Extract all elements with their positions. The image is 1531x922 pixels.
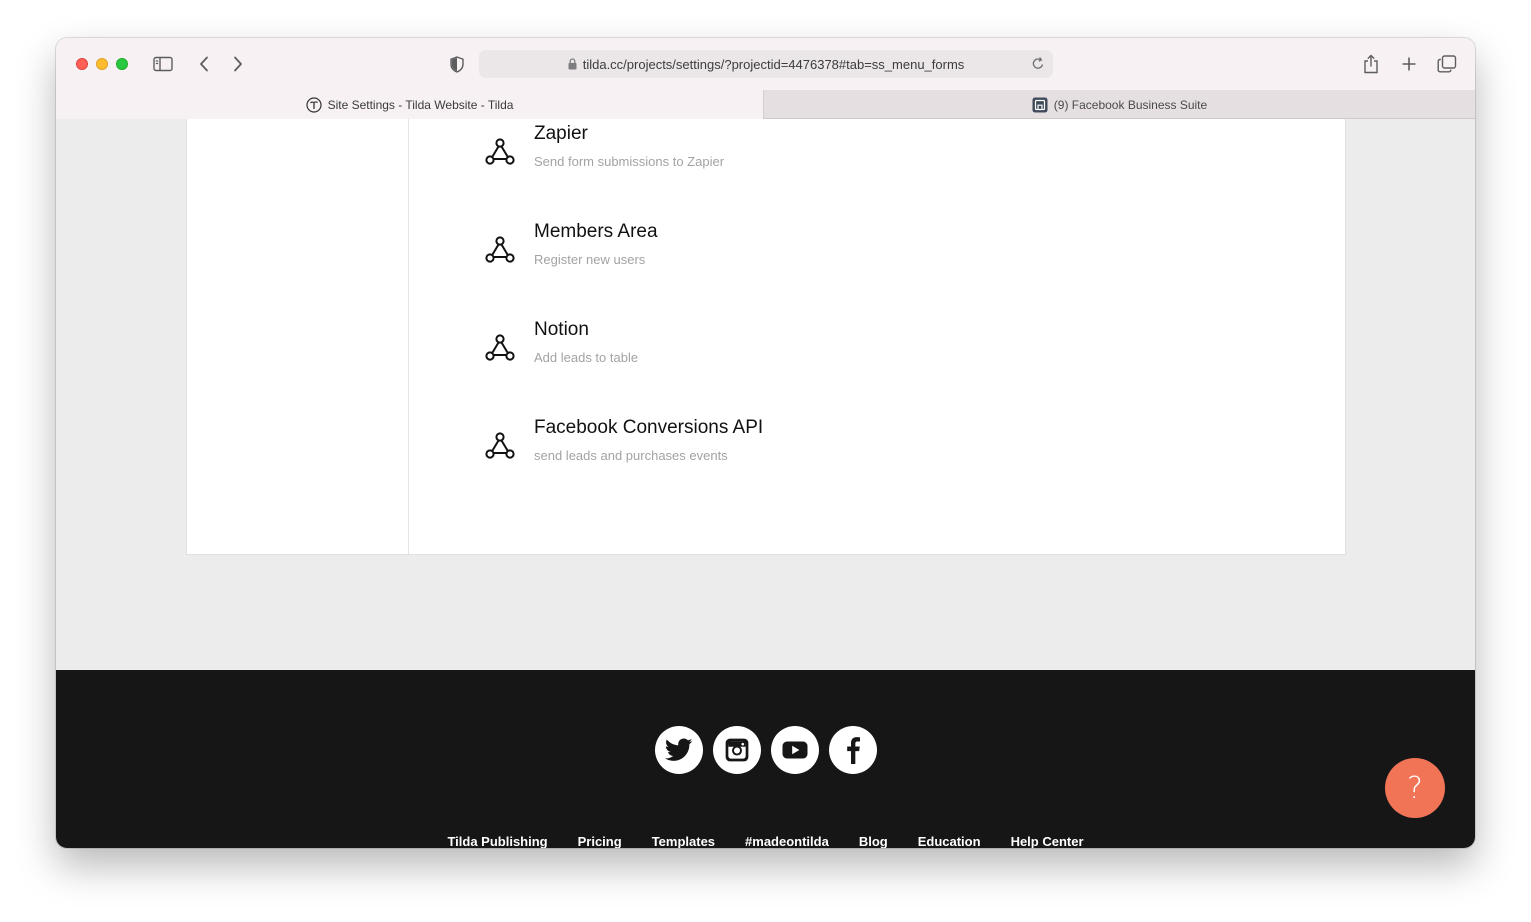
footer-link-tilda-publishing[interactable]: Tilda Publishing [447, 834, 547, 848]
instagram-icon[interactable] [713, 726, 761, 774]
integration-network-icon [485, 138, 515, 165]
site-footer: Tilda Publishing Pricing Templates #made… [56, 670, 1475, 848]
tab-overview-icon[interactable] [1436, 52, 1458, 76]
integration-description: send leads and purchases events [534, 448, 728, 463]
integration-description: Add leads to table [534, 350, 639, 365]
address-bar[interactable]: tilda.cc/projects/settings/?projectid=44… [479, 50, 1053, 78]
footer-link-madeontilda[interactable]: #madeontilda [745, 834, 829, 848]
tab-facebook-business-suite[interactable]: (9) Facebook Business Suite [764, 90, 1475, 119]
tab-label: (9) Facebook Business Suite [1053, 97, 1208, 112]
sidebar-toggle-icon[interactable] [152, 52, 174, 76]
integration-description: Send form submissions to Zapier [534, 154, 725, 169]
page-content: Zapier Send form submissions to Zapier M… [56, 119, 1475, 848]
footer-nav: Tilda Publishing Pricing Templates #made… [56, 834, 1475, 848]
close-window-button[interactable] [76, 58, 88, 70]
sidebar-divider [408, 119, 409, 554]
help-button[interactable]: ? [1385, 758, 1445, 818]
help-question-icon: ? [1407, 770, 1423, 806]
integration-zapier[interactable]: Zapier Send form submissions to Zapier [484, 123, 984, 183]
youtube-icon[interactable] [771, 726, 819, 774]
integration-title: Facebook Conversions API [534, 417, 764, 438]
footer-link-education[interactable]: Education [918, 834, 981, 848]
privacy-shield-icon[interactable] [448, 52, 466, 76]
reload-icon[interactable] [1031, 56, 1045, 71]
facebook-icon[interactable] [829, 726, 877, 774]
integration-title: Notion [534, 319, 589, 340]
footer-link-blog[interactable]: Blog [859, 834, 888, 848]
footer-link-help-center[interactable]: Help Center [1011, 834, 1084, 848]
integration-network-icon [485, 334, 515, 361]
new-tab-icon[interactable] [1400, 52, 1418, 76]
facebook-business-suite-icon [1032, 97, 1048, 113]
browser-window: tilda.cc/projects/settings/?projectid=44… [56, 38, 1475, 848]
tab-label: Site Settings - Tilda Website - Tilda [327, 97, 514, 112]
zoom-window-button[interactable] [116, 58, 128, 70]
lock-icon [568, 58, 577, 70]
integration-notion[interactable]: Notion Add leads to table [484, 319, 984, 379]
integration-network-icon [485, 432, 515, 459]
tab-site-settings[interactable]: Site Settings - Tilda Website - Tilda [56, 90, 764, 119]
share-icon[interactable] [1362, 52, 1380, 76]
social-links [655, 726, 877, 774]
integration-title: Zapier [534, 123, 588, 144]
minimize-window-button[interactable] [96, 58, 108, 70]
tilda-logo-icon [305, 96, 322, 113]
url-text: tilda.cc/projects/settings/?projectid=44… [582, 56, 965, 72]
back-arrow-icon[interactable] [196, 52, 212, 76]
browser-toolbar: tilda.cc/projects/settings/?projectid=44… [56, 38, 1475, 90]
footer-link-pricing[interactable]: Pricing [578, 834, 622, 848]
forward-arrow-icon[interactable] [230, 52, 246, 76]
twitter-icon[interactable] [655, 726, 703, 774]
integration-title: Members Area [534, 221, 658, 242]
integration-description: Register new users [534, 252, 646, 267]
integration-members-area[interactable]: Members Area Register new users [484, 221, 984, 281]
integration-network-icon [485, 236, 515, 263]
footer-link-templates[interactable]: Templates [652, 834, 715, 848]
tab-strip: Site Settings - Tilda Website - Tilda (9… [56, 90, 1475, 119]
integration-facebook-conversions-api[interactable]: Facebook Conversions API send leads and … [484, 417, 984, 477]
